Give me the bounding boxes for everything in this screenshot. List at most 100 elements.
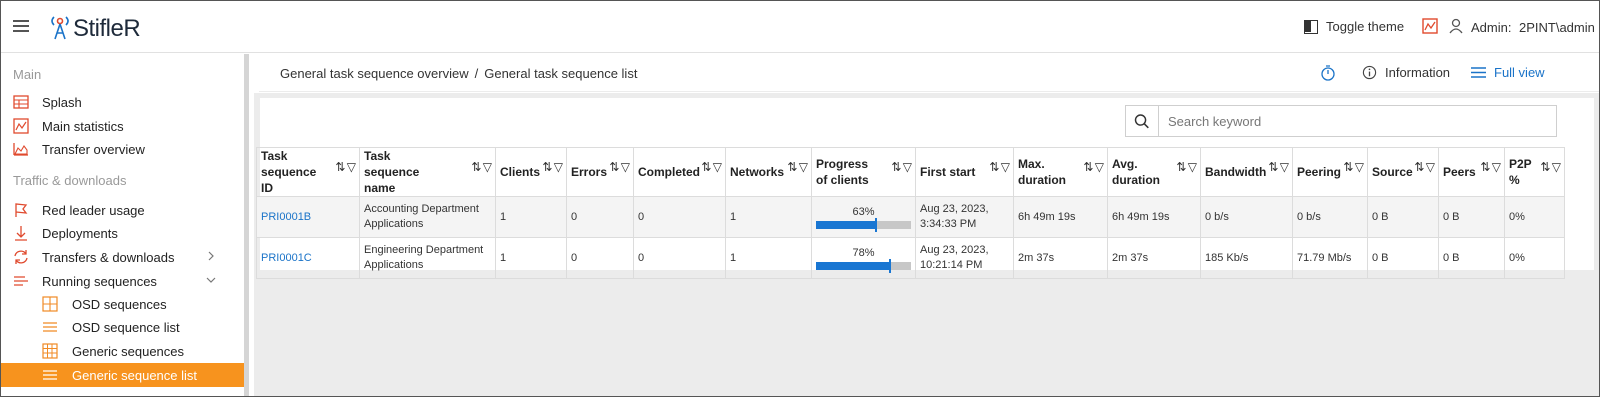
cell-name: Accounting Department Applications <box>359 196 496 238</box>
hamburger-menu-icon[interactable] <box>13 20 29 32</box>
splash-icon <box>13 95 29 109</box>
sort-filter-icon[interactable]: ⇅ ▽ <box>989 160 1010 174</box>
sidebar-item-label: OSD sequences <box>72 296 167 312</box>
column-header-avg-duration[interactable]: Avg. duration ⇅ ▽ <box>1107 147 1201 197</box>
sidebar-section-traffic: Traffic & downloads <box>13 173 127 188</box>
progress-percent-label: 78% <box>852 247 875 259</box>
refresh-icon <box>14 250 28 264</box>
sort-filter-icon[interactable]: ⇅ ▽ <box>1343 160 1364 174</box>
sidebar-item-osd-sequence-list[interactable]: OSD sequence list <box>1 315 244 339</box>
sidebar-item-red-leader-usage[interactable]: Red leader usage <box>1 198 244 222</box>
column-header-peering[interactable]: Peering ⇅ ▽ <box>1292 147 1368 197</box>
sidebar-item-label: Main statistics <box>42 118 124 134</box>
sort-filter-icon[interactable]: ⇅ ▽ <box>1176 160 1197 174</box>
column-header-bandwidth[interactable]: Bandwidth ⇅ ▽ <box>1200 147 1293 197</box>
cell-clients: 1 <box>495 196 567 238</box>
column-header-task-sequence-id[interactable]: Task sequence ID ⇅ ▽ <box>256 147 360 197</box>
theme-contrast-icon <box>1304 19 1318 34</box>
sidebar-item-main-statistics[interactable]: Main statistics <box>1 114 244 138</box>
cell-avg-duration: 6h 49m 19s <box>1107 196 1201 238</box>
progress-marker <box>889 259 892 273</box>
column-header-completed[interactable]: Completed ⇅ ▽ <box>633 147 726 197</box>
column-header-errors[interactable]: Errors ⇅ ▽ <box>566 147 634 197</box>
cell-clients: 1 <box>495 237 567 279</box>
sidebar-item-label: Running sequences <box>42 273 157 289</box>
cell-id[interactable]: PRI0001C <box>256 237 360 279</box>
column-header-task-sequence-name[interactable]: Task sequence name ⇅ ▽ <box>359 147 496 197</box>
breadcrumb-parent-link[interactable]: General task sequence overview <box>280 66 469 81</box>
sidebar-item-osd-sequences[interactable]: OSD sequences <box>1 292 244 316</box>
column-header-max-duration[interactable]: Max. duration ⇅ ▽ <box>1013 147 1108 197</box>
column-header-source[interactable]: Source ⇅ ▽ <box>1367 147 1439 197</box>
search-icon[interactable] <box>1126 106 1159 136</box>
admin-username[interactable]: 2PINT\admin <box>1519 20 1595 35</box>
chevron-right-icon[interactable] <box>206 251 216 261</box>
column-header-networks[interactable]: Networks ⇅ ▽ <box>725 147 812 197</box>
top-header: StifleR Toggle theme Admin: 2PINT\admin <box>1 1 1599 53</box>
user-icon[interactable] <box>1449 18 1463 34</box>
task-sequence-id-link[interactable]: PRI0001C <box>261 252 312 264</box>
task-sequence-id-link[interactable]: PRI0001B <box>261 211 311 223</box>
full-view-button[interactable]: Full view <box>1471 65 1545 80</box>
sidebar-item-generic-sequences[interactable]: Generic sequences <box>1 339 244 363</box>
table-row[interactable]: PRI0001C Engineering Department Applicat… <box>256 237 1565 279</box>
stopwatch-icon[interactable] <box>1320 65 1336 81</box>
sort-filter-icon[interactable]: ⇅ ▽ <box>542 160 563 174</box>
sort-filter-icon[interactable]: ⇅ ▽ <box>1480 160 1501 174</box>
breadcrumb: General task sequence overview / General t… <box>280 66 637 81</box>
cell-errors: 0 <box>566 237 634 279</box>
sidebar-item-transfers-downloads[interactable]: Transfers & downloads <box>1 245 244 269</box>
cell-id[interactable]: PRI0001B <box>256 196 360 238</box>
table-row[interactable]: PRI0001B Accounting Department Applicati… <box>256 196 1565 238</box>
information-label: Information <box>1385 65 1451 80</box>
sidebar-item-label: Transfer overview <box>42 141 145 157</box>
progress-percent-label: 63% <box>852 206 875 218</box>
toggle-theme-button[interactable]: Toggle theme <box>1304 19 1404 34</box>
column-header-progress[interactable]: Progress of clients ⇅ ▽ <box>811 147 916 197</box>
information-button[interactable]: Information <box>1362 65 1450 80</box>
cell-name: Engineering Department Applications <box>359 237 496 279</box>
column-header-peers[interactable]: Peers ⇅ ▽ <box>1438 147 1505 197</box>
sidebar-item-label: Splash <box>42 94 82 110</box>
sidebar-item-label: Generic sequences <box>72 343 185 359</box>
sidebar-item-running-sequences[interactable]: Running sequences <box>1 269 244 293</box>
lines-list-icon <box>14 276 28 286</box>
cell-completed: 0 <box>633 196 726 238</box>
column-header-p2p[interactable]: P2P % ⇅ ▽ <box>1504 147 1565 197</box>
sidebar-item-deployments[interactable]: Deployments <box>1 221 244 245</box>
sidebar-item-transfer-overview[interactable]: Transfer overview <box>1 137 244 161</box>
sort-filter-icon[interactable]: ⇅ ▽ <box>1414 160 1435 174</box>
sort-filter-icon[interactable]: ⇅ ▽ <box>1268 160 1289 174</box>
report-chart-icon[interactable] <box>1422 18 1438 34</box>
sidebar-item-splash[interactable]: Splash <box>1 90 244 114</box>
sort-filter-icon[interactable]: ⇅ ▽ <box>1083 160 1104 174</box>
search-input[interactable] <box>1168 112 1548 130</box>
sort-filter-icon[interactable]: ⇅ ▽ <box>609 160 630 174</box>
chevron-down-icon[interactable] <box>206 275 216 285</box>
sort-filter-icon[interactable]: ⇅ ▽ <box>787 160 808 174</box>
breadcrumb-separator: / <box>474 66 479 81</box>
sidebar-item-label: Red leader usage <box>42 202 145 218</box>
sort-filter-icon[interactable]: ⇅ ▽ <box>1540 160 1561 174</box>
breadcrumb-bar: General task sequence overview / General t… <box>259 54 1599 92</box>
antenna-logo-icon <box>51 16 69 40</box>
table-grid-icon <box>42 343 58 359</box>
sort-filter-icon[interactable]: ⇅ ▽ <box>471 160 492 174</box>
windows-grid-icon <box>42 296 58 312</box>
progress-bar <box>816 259 911 273</box>
sort-filter-icon[interactable]: ⇅ ▽ <box>335 160 356 174</box>
cell-avg-duration: 2m 37s <box>1107 237 1201 279</box>
column-header-clients[interactable]: Clients ⇅ ▽ <box>495 147 567 197</box>
sidebar-item-label: Deployments <box>42 225 118 241</box>
cell-max-duration: 2m 37s <box>1013 237 1108 279</box>
cell-source: 0 B <box>1367 196 1439 238</box>
column-header-first-start[interactable]: First start ⇅ ▽ <box>915 147 1014 197</box>
cell-errors: 0 <box>566 196 634 238</box>
task-sequence-table: Task sequence ID ⇅ ▽ Task sequence name ⇅ … <box>256 147 1565 279</box>
area-chart-icon <box>13 143 28 156</box>
sort-filter-icon[interactable]: ⇅ ▽ <box>891 160 912 174</box>
sidebar-item-label: Transfers & downloads <box>42 249 175 265</box>
sidebar-item-generic-sequence-list[interactable]: Generic sequence list <box>1 363 244 387</box>
app-logo-text: StifleR <box>73 15 141 42</box>
sort-filter-icon[interactable]: ⇅ ▽ <box>701 160 722 174</box>
